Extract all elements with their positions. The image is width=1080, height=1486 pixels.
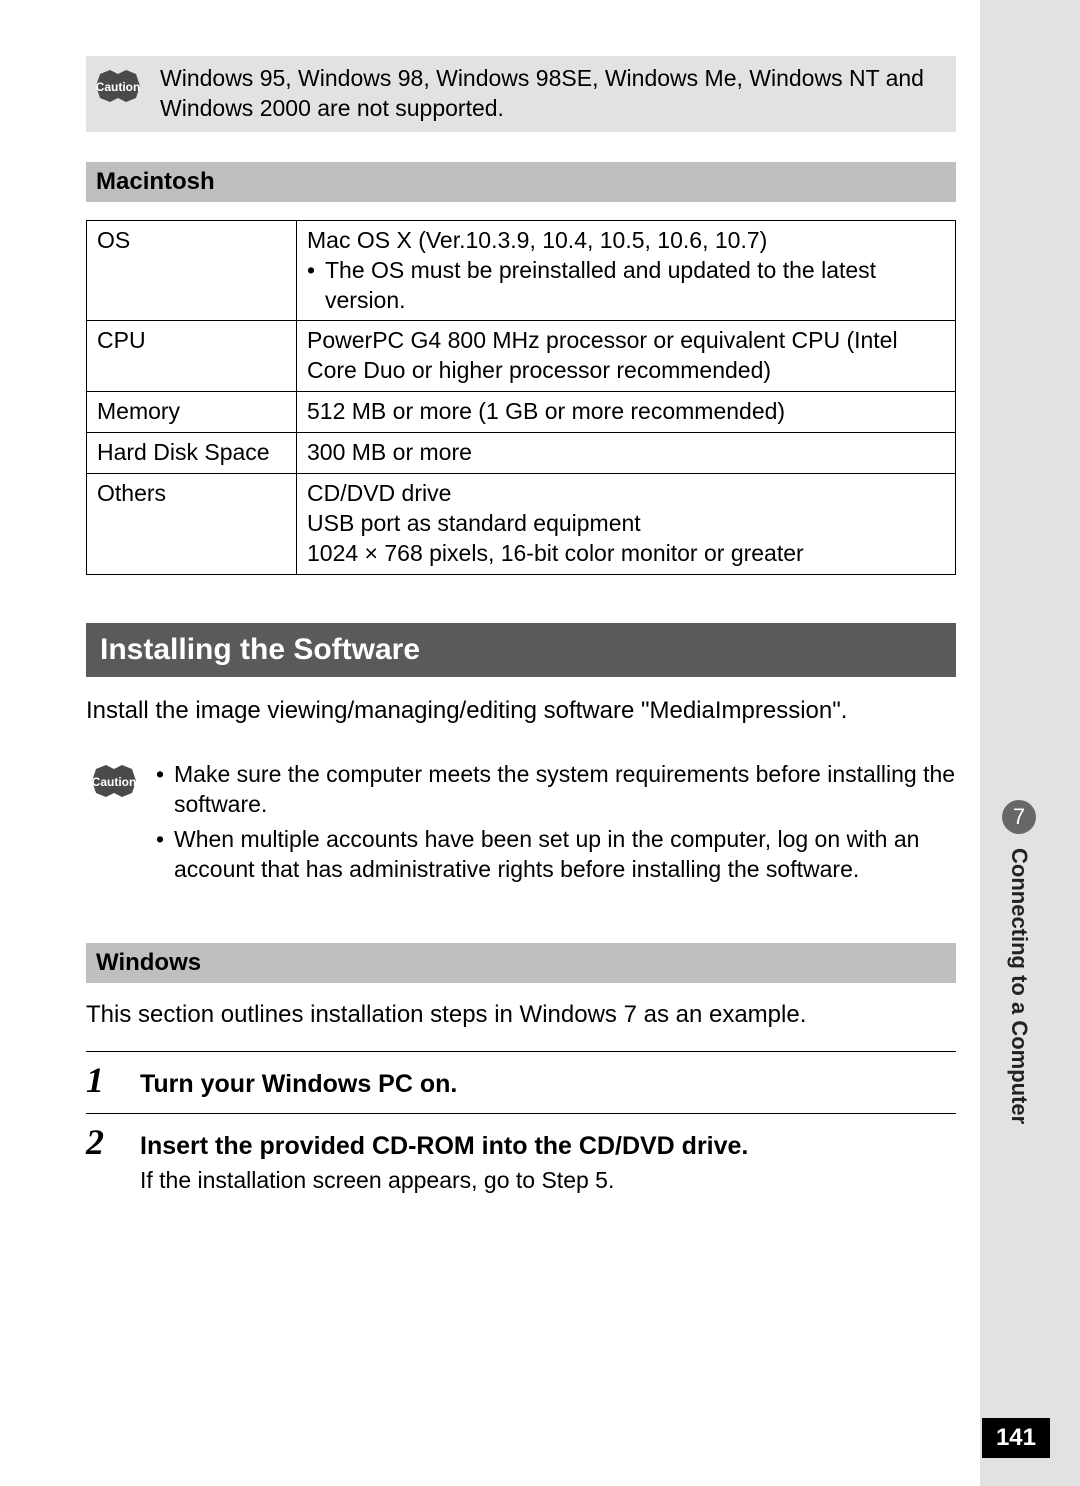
spec-value-line: 1024 × 768 pixels, 16-bit color monitor … <box>307 540 804 566</box>
step-item: 1 Turn your Windows PC on. <box>86 1051 956 1113</box>
bullet-icon: • <box>156 824 174 885</box>
step-number: 1 <box>86 1062 140 1098</box>
spec-value-line: CD/DVD drive <box>307 480 451 506</box>
right-margin-bar <box>980 0 1080 1486</box>
spec-value: 300 MB or more <box>297 433 956 474</box>
caution-list: •Make sure the computer meets the system… <box>156 759 956 888</box>
caution-icon: Caution <box>90 66 146 106</box>
table-row: Memory 512 MB or more (1 GB or more reco… <box>87 392 956 433</box>
table-row: Hard Disk Space 300 MB or more <box>87 433 956 474</box>
chapter-number-badge: 7 <box>1002 800 1036 834</box>
step-number: 2 <box>86 1124 140 1160</box>
page-number: 141 <box>982 1418 1050 1458</box>
spec-value-line: Mac OS X (Ver.10.3.9, 10.4, 10.5, 10.6, … <box>307 227 767 253</box>
spec-key: CPU <box>87 321 297 392</box>
spec-value: Mac OS X (Ver.10.3.9, 10.4, 10.5, 10.6, … <box>297 220 956 321</box>
step-title: Turn your Windows PC on. <box>140 1070 457 1099</box>
chapter-tab-label: Connecting to a Computer <box>1006 848 1032 1124</box>
spec-value-bullet: The OS must be preinstalled and updated … <box>325 256 945 316</box>
spec-key: Others <box>87 474 297 575</box>
spec-key: Hard Disk Space <box>87 433 297 474</box>
caution-label: Caution <box>96 80 141 94</box>
bullet-icon: • <box>156 759 174 820</box>
caution-box-unsupported-os: Caution Windows 95, Windows 98, Windows … <box>86 56 956 132</box>
bullet-icon: • <box>307 256 325 316</box>
section-heading-windows: Windows <box>86 943 956 983</box>
mac-spec-table: OS Mac OS X (Ver.10.3.9, 10.4, 10.5, 10.… <box>86 220 956 575</box>
table-row: Others CD/DVD drive USB port as standard… <box>87 474 956 575</box>
step-item: 2 Insert the provided CD-ROM into the CD… <box>86 1113 956 1208</box>
section-heading-macintosh: Macintosh <box>86 162 956 202</box>
install-intro-paragraph: Install the image viewing/managing/editi… <box>86 695 956 727</box>
spec-value: 512 MB or more (1 GB or more recommended… <box>297 392 956 433</box>
caution-label: Caution <box>92 775 137 789</box>
step-title: Insert the provided CD-ROM into the CD/D… <box>140 1132 748 1161</box>
page-content: Caution Windows 95, Windows 98, Windows … <box>86 56 956 1208</box>
spec-value-line: USB port as standard equipment <box>307 510 641 536</box>
caution-box-install: Caution •Make sure the computer meets th… <box>86 755 956 892</box>
windows-intro-paragraph: This section outlines installation steps… <box>86 1001 956 1029</box>
spec-value: CD/DVD drive USB port as standard equipm… <box>297 474 956 575</box>
spec-value: PowerPC G4 800 MHz processor or equivale… <box>297 321 956 392</box>
caution-list-item: When multiple accounts have been set up … <box>174 824 956 885</box>
section-heading-installing: Installing the Software <box>86 623 956 677</box>
table-row: OS Mac OS X (Ver.10.3.9, 10.4, 10.5, 10.… <box>87 220 956 321</box>
caution-icon: Caution <box>86 761 142 801</box>
caution-list-item: Make sure the computer meets the system … <box>174 759 956 820</box>
step-subtext: If the installation screen appears, go t… <box>140 1167 956 1194</box>
spec-key: OS <box>87 220 297 321</box>
table-row: CPU PowerPC G4 800 MHz processor or equi… <box>87 321 956 392</box>
caution-text: Windows 95, Windows 98, Windows 98SE, Wi… <box>160 64 946 124</box>
spec-key: Memory <box>87 392 297 433</box>
